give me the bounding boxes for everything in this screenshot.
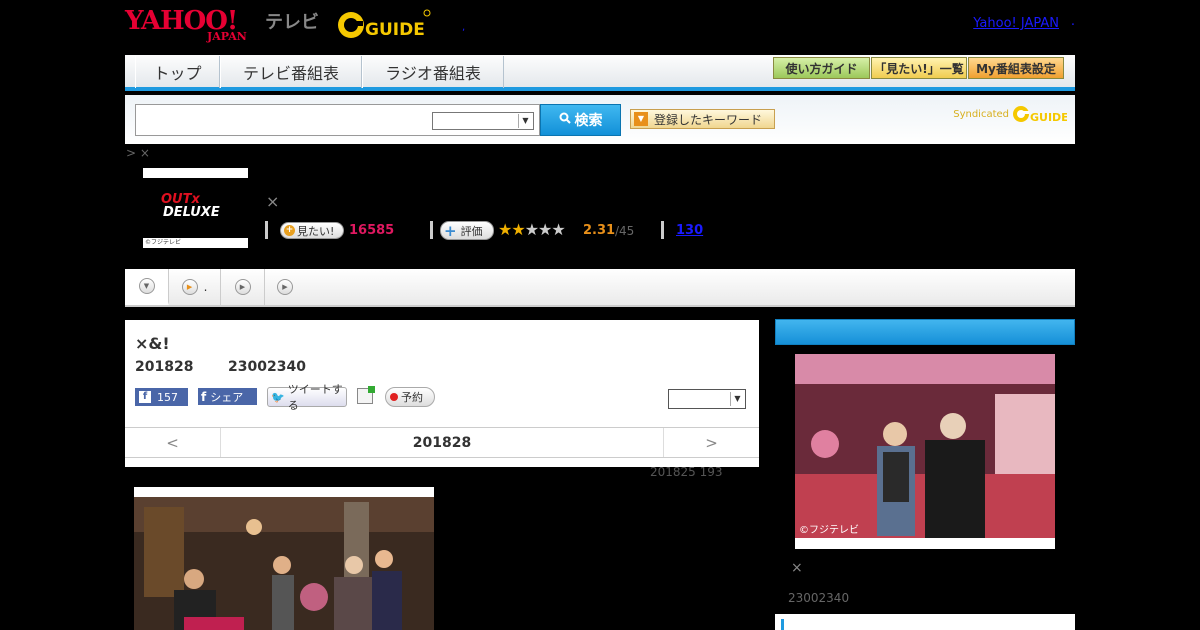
review-count-link[interactable]: 130 (676, 223, 703, 238)
tab-radio-listings[interactable]: ラジオ番組表 (362, 56, 504, 88)
registered-keyword-button[interactable]: ▼ 登録したキーワード (630, 109, 775, 129)
svg-text:©フジテレビ: ©フジテレビ (799, 524, 859, 536)
search-bar: ▼ 検索 ▼ 登録したキーワード Syndicated GUIDE (125, 95, 1075, 144)
caret-down-icon: ▼ (634, 112, 648, 126)
program-subtitle: × (266, 192, 280, 211)
divider (661, 221, 664, 239)
chevron-down-icon: ▼ (138, 277, 155, 294)
chevron-down-icon: ▼ (730, 392, 744, 406)
broadcast-date: 201828 (135, 359, 194, 375)
gguide-logo[interactable]: GUIDE (335, 8, 431, 42)
star-icon: ★ (511, 220, 525, 239)
update-info: 201825 193 (650, 465, 723, 479)
tab-episode-2[interactable]: ▶ (221, 269, 265, 305)
divider (430, 221, 433, 239)
tab-top[interactable]: トップ (135, 56, 220, 88)
star-icon: ★ (538, 220, 552, 239)
rate-button[interactable]: + 評価 (440, 221, 494, 240)
next-episode-button[interactable]: > (664, 428, 759, 457)
want-to-watch-button[interactable]: + 見たい! (280, 222, 344, 239)
site-header: YAHOO! JAPAN テレビ GUIDE , Yahoo! JAPAN . (125, 0, 1075, 55)
search-category-select[interactable]: ▼ (432, 112, 534, 130)
facebook-like-button[interactable]: f 157 (135, 388, 188, 406)
facebook-icon: f (201, 389, 207, 404)
episode-detail-panel: ×&! 201828 23002340 f 157 f シェア 🐦 ツイートする… (125, 320, 759, 467)
play-icon: ▶ (277, 279, 293, 295)
header-dot: . (1070, 14, 1075, 29)
yahoo-japan-logo[interactable]: YAHOO! JAPAN (125, 6, 265, 43)
side-subtitle: × (791, 560, 803, 576)
plus-icon: + (284, 225, 295, 236)
yahoo-japan-link[interactable]: Yahoo! JAPAN (973, 16, 1059, 31)
play-icon: ▶ (234, 279, 251, 295)
breadcrumb[interactable]: > × (126, 146, 150, 160)
side-broadcast-time: 23002340 (788, 591, 850, 605)
svg-text:GUIDE: GUIDE (365, 20, 425, 40)
side-panel: ©フジテレビ × 23002340 (775, 319, 1075, 630)
side-panel-footer (775, 614, 1075, 630)
star-icon: ★ (524, 220, 539, 239)
chevron-down-icon: ▼ (518, 114, 532, 128)
rating-stars: ★★★★★ (498, 220, 566, 239)
search-icon (559, 112, 571, 128)
syndicated-gguide-logo: Syndicated GUIDE (953, 103, 1067, 125)
tab-episode-1[interactable]: ▶ . (169, 269, 221, 305)
pager-current-date: 201828 (220, 428, 664, 457)
divider (265, 221, 268, 239)
my-listing-settings-button[interactable]: My番組表設定 (968, 57, 1064, 79)
tv-label: テレビ (265, 12, 319, 33)
cast-photo: ©フジテレビ (795, 354, 1055, 549)
twitter-bird-icon: 🐦 (271, 390, 285, 404)
share-icon[interactable] (357, 386, 375, 404)
episode-pager: < 201828 > (125, 427, 759, 458)
record-dot-icon (390, 393, 398, 401)
reserve-recording-button[interactable]: 予約 (385, 387, 435, 407)
side-panel-header (775, 319, 1075, 345)
svg-text:GUIDE: GUIDE (1030, 111, 1067, 124)
program-logo: OUTx DELUXE ©フジテレビ (143, 168, 248, 248)
rating-value: 2.31 (583, 223, 616, 238)
logo-credit: ©フジテレビ (143, 238, 248, 248)
tab-episode-3[interactable]: ▶ (265, 269, 305, 305)
star-icon: ★ (498, 220, 512, 239)
want-count: 16585 (349, 223, 395, 238)
search-button[interactable]: 検索 (540, 104, 621, 136)
broadcast-time: 23002340 (228, 359, 306, 375)
episode-title: ×&! (135, 334, 170, 353)
facebook-icon: f (139, 391, 151, 403)
tab-expand[interactable]: ▼ (125, 269, 169, 305)
episode-photo (134, 487, 434, 630)
rating-scale: /45 (615, 224, 635, 238)
device-select[interactable]: ▼ (668, 389, 746, 409)
tab-tv-listings[interactable]: テレビ番組表 (220, 56, 362, 88)
header-separator: , (462, 22, 466, 33)
play-icon: ▶ (181, 279, 198, 295)
tweet-button[interactable]: 🐦 ツイートする (267, 383, 347, 412)
global-nav: トップ テレビ番組表 ラジオ番組表 使い方ガイド 「見たい!」一覧 My番組表設… (125, 55, 1075, 91)
previous-episode-button[interactable]: < (125, 428, 220, 457)
facebook-share-button[interactable]: f シェア (198, 388, 257, 405)
plus-icon: + (444, 221, 457, 240)
star-icon: ★ (551, 220, 565, 239)
guide-button[interactable]: 使い方ガイド (773, 57, 870, 79)
episode-tabs: ▼ ▶ . ▶ ▶ (125, 269, 1075, 307)
want-list-button[interactable]: 「見たい!」一覧 (871, 57, 967, 79)
